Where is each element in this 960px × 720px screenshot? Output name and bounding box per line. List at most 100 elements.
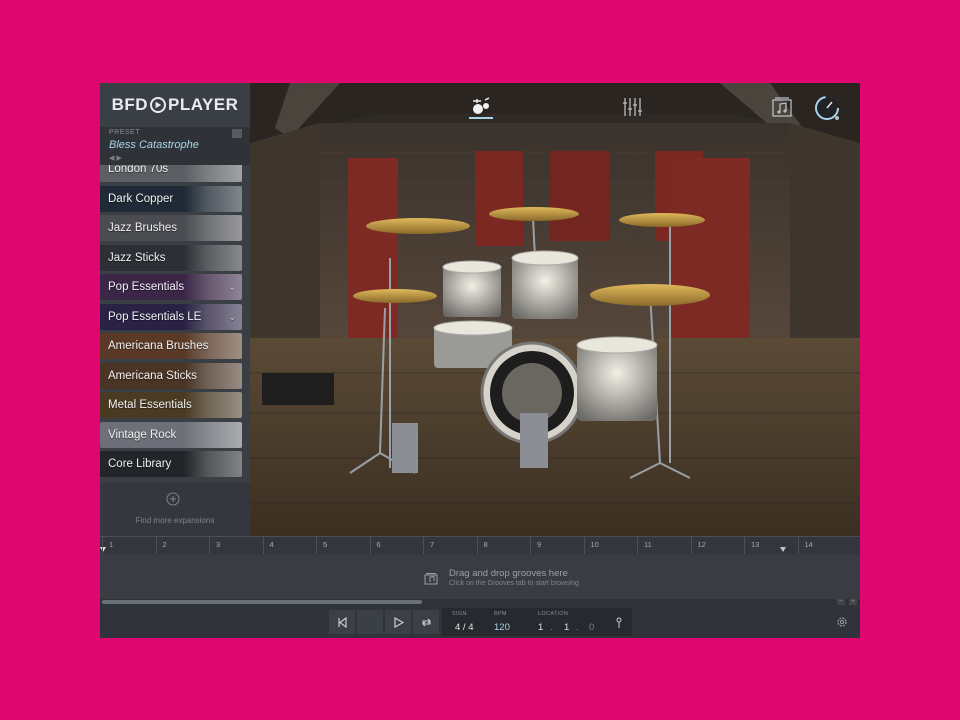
- bar-number: 13: [751, 540, 760, 549]
- loop-icon: [421, 618, 431, 626]
- rewind-button[interactable]: [329, 610, 355, 634]
- transport-readouts: SIGN. 4 / 4 BPM 120 LOCATION 1 . 1 . 0: [442, 608, 632, 636]
- bar-number: 9: [537, 540, 542, 549]
- bar-number: 4: [269, 540, 274, 549]
- location-tick[interactable]: 0: [589, 622, 594, 633]
- bar-line: [530, 537, 531, 555]
- logo: BFD PLAYER: [100, 83, 250, 127]
- mixer-tab-icon[interactable]: [621, 95, 645, 119]
- skip-back-icon: [337, 616, 347, 628]
- kit-item-label: Dark Copper: [108, 192, 174, 205]
- bar-line: [476, 537, 478, 555]
- kit-item[interactable]: Jazz Brushes: [100, 215, 242, 241]
- kit-item-label: Vintage Rock: [108, 428, 177, 441]
- bar-line: [102, 537, 103, 555]
- record-button[interactable]: [357, 610, 383, 634]
- preset-name[interactable]: Bless Catastrophe: [109, 139, 199, 151]
- transport-bar: SIGN. 4 / 4 BPM 120 LOCATION 1 . 1 . 0: [100, 605, 860, 638]
- bar-number: 5: [323, 540, 328, 549]
- bar-number: 14: [804, 540, 813, 549]
- add-circle-icon[interactable]: [166, 492, 180, 506]
- location-bar[interactable]: 1: [538, 622, 543, 633]
- kit-thumbnail: [184, 165, 242, 182]
- find-more-expansions[interactable]: Find more expansions: [100, 483, 250, 536]
- kit-item[interactable]: Core Library: [100, 451, 242, 477]
- bar-number: 8: [483, 540, 488, 549]
- play-button[interactable]: [385, 610, 411, 634]
- bar-line: [209, 537, 210, 555]
- kit-item-label: Jazz Sticks: [108, 251, 166, 264]
- settings-gear-icon[interactable]: [836, 616, 848, 628]
- loop-end-marker-icon[interactable]: [780, 547, 786, 553]
- kit-thumbnail: [184, 451, 242, 477]
- bar-line: [583, 537, 585, 555]
- bar-line: [744, 537, 745, 555]
- bar-number: 12: [697, 540, 706, 549]
- kit-item[interactable]: Americana Brushes: [100, 333, 242, 359]
- kit-thumbnail: [184, 185, 242, 212]
- scrollbar-thumb[interactable]: [102, 600, 422, 604]
- bar-line: [316, 537, 317, 555]
- bar-line: [155, 537, 157, 555]
- bar-line: [690, 537, 692, 555]
- preset-selector[interactable]: PRESET Bless Catastrophe ◀ ▶: [100, 127, 250, 165]
- find-more-label[interactable]: Find more expansions: [100, 516, 250, 525]
- grooves-tab-icon[interactable]: [770, 95, 794, 119]
- preset-nav-arrows-icon[interactable]: ◀ ▶: [109, 154, 122, 162]
- signature-label: SIGN.: [452, 611, 469, 617]
- kit-list[interactable]: London 70s Dark Copper Jazz Brushes Jazz St…: [100, 165, 250, 483]
- bar-number: 6: [376, 540, 381, 549]
- bar-number: 7: [430, 540, 435, 549]
- metronome-icon[interactable]: [616, 617, 622, 629]
- drum-stage[interactable]: [250, 83, 860, 536]
- timeline-ruler[interactable]: 1 2 3 4 5 6 7 8 9 10 11 12 13 14: [100, 536, 860, 555]
- bpm-value[interactable]: 120: [494, 622, 510, 633]
- drop-zone-subtitle: Click on the Grooves tab to start browsi…: [449, 580, 579, 587]
- bar-line: [262, 537, 264, 555]
- kit-item[interactable]: Metal Essentials: [100, 392, 242, 418]
- location-label: LOCATION: [538, 611, 569, 617]
- bar-number: 1: [109, 540, 114, 549]
- signature-value[interactable]: 4 / 4: [455, 622, 474, 633]
- kit-thumbnail: [184, 244, 242, 271]
- kit-item[interactable]: Vintage Rock: [100, 421, 242, 448]
- kit-item-label: Metal Essentials: [108, 399, 192, 411]
- loop-button[interactable]: [413, 610, 439, 634]
- kit-item-label: Americana Brushes: [108, 340, 209, 352]
- location-sep-1: .: [550, 622, 553, 633]
- kit-item[interactable]: Pop Essentials LE ⌄: [100, 303, 242, 330]
- kit-item-label: Core Library: [108, 458, 172, 470]
- drum-kit-tab-icon[interactable]: [469, 95, 493, 119]
- location-sep-2: .: [576, 622, 579, 633]
- kit-item[interactable]: London 70s: [100, 165, 242, 182]
- bar-number: 2: [162, 540, 167, 549]
- kit-item-label: Americana Sticks: [108, 369, 197, 382]
- bar-number: 11: [644, 540, 652, 549]
- logo-bfd: BFD: [111, 95, 149, 114]
- bfd-player-window: BFD PLAYER PRESET Bless Catastrophe ◀ ▶ …: [100, 83, 860, 638]
- kit-item[interactable]: Jazz Sticks: [100, 244, 242, 271]
- kit-item[interactable]: Americana Sticks: [100, 362, 242, 389]
- location-beat[interactable]: 1: [564, 622, 569, 633]
- kit-item-label: Jazz Brushes: [108, 222, 178, 234]
- grooves-drop-icon: [424, 573, 438, 585]
- drum-room-image: [250, 83, 860, 536]
- bar-number: 3: [216, 540, 221, 549]
- kit-thumbnail: [184, 421, 242, 448]
- kit-thumbnail: [184, 215, 242, 241]
- bpm-label: BPM: [494, 611, 507, 617]
- groove-drop-zone[interactable]: Drag and drop grooves here Click on the …: [100, 554, 860, 599]
- preset-menu-icon[interactable]: [232, 129, 242, 138]
- bar-line: [637, 537, 638, 555]
- kit-item-label: Pop Essentials: [108, 281, 185, 293]
- kit-item[interactable]: Pop Essentials ⌄: [100, 274, 242, 300]
- playhead-marker-icon[interactable]: [100, 547, 106, 553]
- chevron-down-icon[interactable]: ⌄: [228, 282, 236, 293]
- kit-item-label: London 70s: [108, 165, 169, 175]
- chevron-down-icon[interactable]: ⌄: [228, 312, 236, 323]
- bar-line: [423, 537, 424, 555]
- sidebar: BFD PLAYER PRESET Bless Catastrophe ◀ ▶ …: [100, 83, 250, 536]
- volume-knob-icon[interactable]: [814, 95, 840, 121]
- bar-line: [797, 537, 799, 555]
- kit-item[interactable]: Dark Copper: [100, 185, 242, 212]
